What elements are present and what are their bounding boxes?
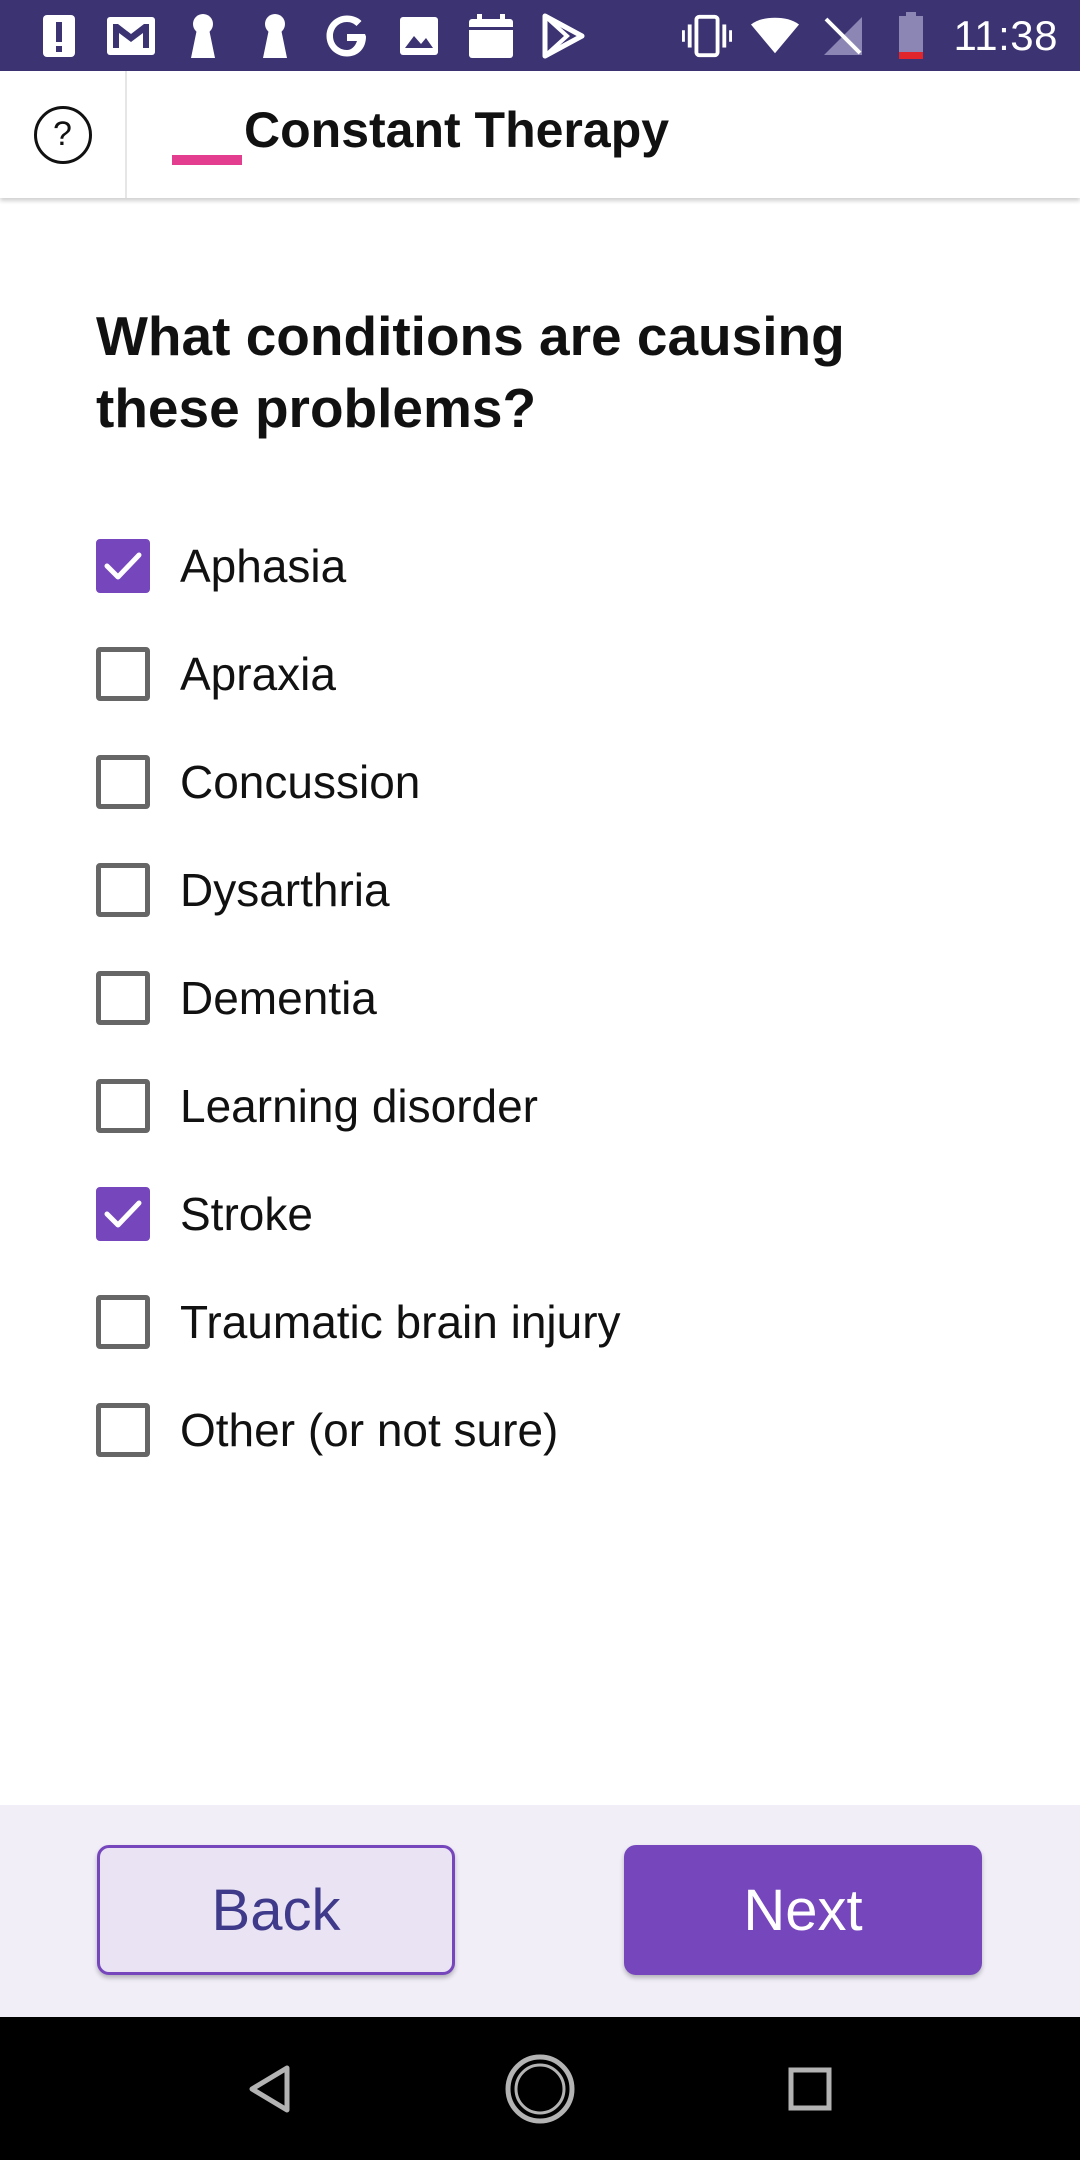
no-signal-icon — [818, 11, 868, 61]
notification-icons — [34, 10, 588, 62]
conditions-list: Aphasia Apraxia Concussion Dysarthria Dement… — [96, 512, 996, 1484]
wifi-icon — [750, 11, 800, 61]
condition-checkbox[interactable] — [96, 755, 150, 809]
condition-label: Dementia — [180, 972, 377, 1024]
navigation-bar — [0, 2017, 1080, 2160]
next-button[interactable]: Next — [624, 1845, 982, 1975]
condition-option[interactable]: Dysarthria — [96, 836, 996, 944]
condition-checkbox[interactable] — [96, 1187, 150, 1241]
status-bar: 11:38 — [0, 0, 1080, 71]
back-triangle-icon[interactable] — [234, 2053, 306, 2125]
condition-option[interactable]: Traumatic brain injury — [96, 1268, 996, 1376]
condition-option[interactable]: Other (or not sure) — [96, 1376, 996, 1484]
status-time: 11:38 — [953, 12, 1058, 59]
condition-checkbox[interactable] — [96, 971, 150, 1025]
home-circle-icon[interactable] — [504, 2053, 576, 2125]
vibrate-icon — [681, 11, 732, 61]
back-button[interactable]: Back — [97, 1845, 455, 1975]
condition-option[interactable]: Dementia — [96, 944, 996, 1052]
condition-label: Traumatic brain injury — [180, 1296, 621, 1348]
google-icon — [322, 11, 372, 61]
app-title: Constant Therapy — [244, 102, 670, 158]
battery-low-icon — [886, 11, 936, 61]
condition-option[interactable]: Stroke — [96, 1160, 996, 1268]
condition-label: Aphasia — [180, 540, 347, 592]
play-store-icon — [538, 11, 588, 61]
alert-icon — [34, 11, 84, 61]
help-button[interactable]: ? — [0, 71, 127, 198]
condition-option[interactable]: Apraxia — [96, 620, 996, 728]
condition-checkbox[interactable] — [96, 647, 150, 701]
condition-option[interactable]: Concussion — [96, 728, 996, 836]
condition-checkbox[interactable] — [96, 1403, 150, 1457]
keyhole-icon — [178, 11, 228, 61]
action-bar: Back Next — [0, 1805, 1080, 2017]
help-icon: ? — [33, 105, 92, 164]
logo-underscore — [172, 155, 242, 165]
condition-checkbox[interactable] — [96, 1295, 150, 1349]
condition-label: Stroke — [180, 1188, 313, 1240]
condition-option[interactable]: Aphasia — [96, 512, 996, 620]
image-icon — [394, 11, 444, 61]
system-icons: 11:38 — [681, 10, 1059, 62]
condition-checkbox[interactable] — [96, 1079, 150, 1133]
app-header: ? Constant Therapy — [0, 71, 1080, 198]
condition-label: Dysarthria — [180, 864, 390, 916]
condition-checkbox[interactable] — [96, 539, 150, 593]
condition-label: Concussion — [180, 756, 421, 808]
calendar-icon — [466, 11, 516, 61]
recents-square-icon[interactable] — [774, 2053, 846, 2125]
condition-label: Learning disorder — [180, 1080, 539, 1132]
condition-label: Apraxia — [180, 648, 336, 700]
question-heading: What conditions are causing these proble… — [96, 305, 845, 439]
checkmark-icon — [104, 552, 142, 580]
gmail-icon — [106, 11, 156, 61]
app-logo: Constant Therapy — [172, 101, 669, 171]
keyhole-icon — [250, 11, 300, 61]
condition-checkbox[interactable] — [96, 863, 150, 917]
checkmark-icon — [104, 1200, 142, 1228]
condition-option[interactable]: Learning disorder — [96, 1052, 996, 1160]
condition-label: Other (or not sure) — [180, 1404, 559, 1456]
